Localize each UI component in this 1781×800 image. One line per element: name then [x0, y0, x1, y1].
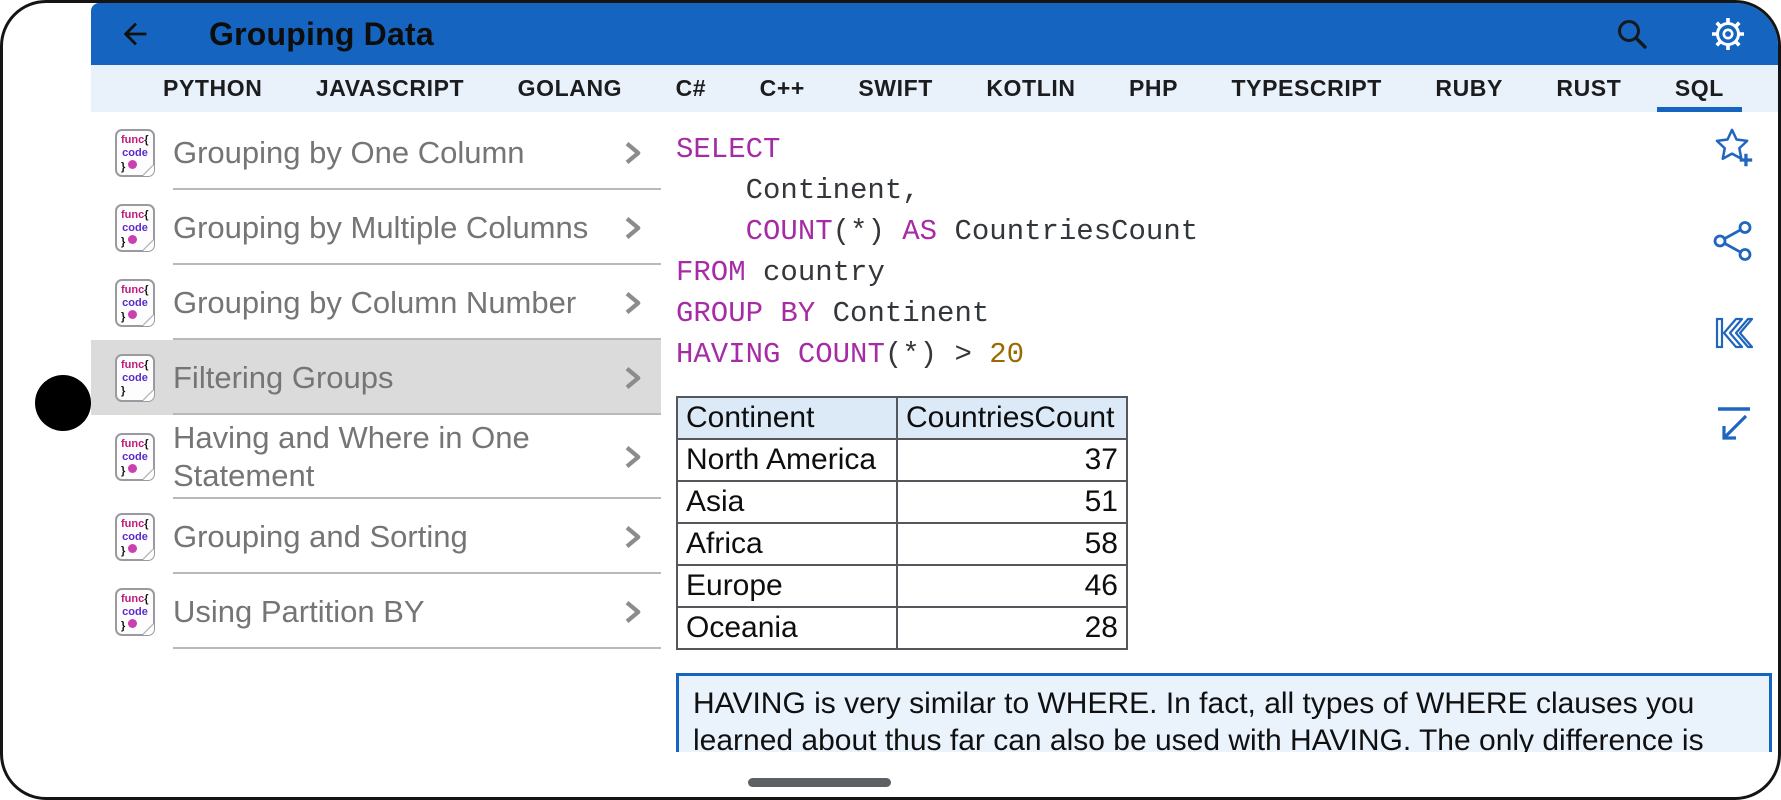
result-table: ContinentCountriesCountNorth America37As… — [676, 396, 1128, 650]
code-line: SELECT — [676, 129, 1778, 170]
tab-javascript[interactable]: JAVASCRIPT — [296, 65, 484, 112]
table-cell: Oceania — [677, 607, 897, 649]
table-row: Europe46 — [677, 565, 1127, 607]
tab-kotlin[interactable]: KOTLIN — [966, 65, 1095, 112]
code-line: GROUP BY Continent — [676, 293, 1778, 334]
code-doc-icon: func{code} — [115, 279, 155, 327]
table-row: Africa58 — [677, 523, 1127, 565]
tab-ruby[interactable]: RUBY — [1415, 65, 1523, 112]
skip-to-first-icon — [1710, 310, 1756, 356]
magenta-dot — [128, 310, 137, 319]
tab-rust[interactable]: RUST — [1536, 65, 1641, 112]
language-tab-bar: PYTHON JAVASCRIPT GOLANG C# C++ SWIFT KOTLIN PH… — [91, 65, 1778, 112]
arrow-left-icon — [118, 17, 152, 51]
share-button[interactable] — [1710, 218, 1756, 264]
content-area: func{code}Grouping by One Columnfunc{cod… — [91, 112, 1778, 752]
magenta-dot — [128, 160, 137, 169]
camera-punch-hole — [35, 375, 91, 431]
sidebar-item[interactable]: func{code} Grouping by One Column — [91, 115, 661, 190]
sidebar-item-label: Grouping by One Column — [173, 134, 525, 172]
sidebar-item-label: Grouping by Multiple Columns — [173, 209, 588, 247]
table-cell: 37 — [897, 439, 1127, 481]
jump-to-bottom-icon — [1710, 402, 1756, 448]
table-cell: 46 — [897, 565, 1127, 607]
chevron-right-icon — [617, 213, 647, 243]
add-favorite-icon — [1710, 125, 1756, 173]
gesture-pill[interactable] — [748, 778, 891, 787]
table-cell: 51 — [897, 481, 1127, 523]
sidebar-item-label: Grouping and Sorting — [173, 518, 468, 556]
jump-to-bottom-button[interactable] — [1710, 402, 1756, 448]
skip-to-first-button[interactable] — [1710, 310, 1756, 356]
sidebar-item[interactable]: func{code} Grouping and Sorting — [91, 499, 661, 574]
sidebar-item-label: Filtering Groups — [173, 359, 394, 397]
add-favorite-button[interactable] — [1710, 126, 1756, 172]
tab-typescript[interactable]: TYPESCRIPT — [1212, 65, 1402, 112]
code-line: Continent, — [676, 170, 1778, 211]
search-icon — [1613, 15, 1651, 53]
table-cell: Asia — [677, 481, 897, 523]
tab-python[interactable]: PYTHON — [143, 65, 282, 112]
table-cell: 58 — [897, 523, 1127, 565]
search-button[interactable] — [1612, 14, 1652, 54]
table-row: North America37 — [677, 439, 1127, 481]
magenta-dot — [128, 619, 137, 628]
code-line: COUNT(*) AS CountriesCount — [676, 211, 1778, 252]
lesson-panel: SELECT Continent, COUNT(*) AS CountriesC… — [661, 112, 1778, 752]
code-line: FROM country — [676, 252, 1778, 293]
code-doc-icon: func{code} — [115, 354, 155, 402]
chevron-right-icon — [617, 522, 647, 552]
code-doc-icon: func{code} — [115, 588, 155, 636]
page-title: Grouping Data — [209, 16, 434, 53]
note-box: HAVING is very similar to WHERE. In fact… — [676, 673, 1772, 752]
table-cell: 28 — [897, 607, 1127, 649]
settings-button[interactable] — [1704, 10, 1752, 58]
tab-swift[interactable]: SWIFT — [838, 65, 953, 112]
code-doc-icon: func{code} — [115, 129, 155, 177]
tab-c[interactable]: C++ — [740, 65, 825, 112]
app-bar: Grouping Data — [91, 3, 1778, 65]
code-doc-icon: func{code} — [115, 433, 155, 481]
magenta-dot — [128, 235, 137, 244]
code-line: HAVING COUNT(*) > 20 — [676, 334, 1778, 375]
sidebar-item[interactable]: func{code} Filtering Groups — [91, 340, 661, 415]
table-row: Asia51 — [677, 481, 1127, 523]
tab-php[interactable]: PHP — [1109, 65, 1198, 112]
chevron-right-icon — [617, 363, 647, 393]
sidebar-item-label: Using Partition BY — [173, 593, 425, 631]
code-doc-icon: func{code} — [115, 513, 155, 561]
gear-icon — [1705, 11, 1751, 57]
magenta-dot — [128, 464, 137, 473]
sql-code-block: SELECT Continent, COUNT(*) AS CountriesC… — [676, 112, 1778, 375]
app-window: Grouping Data — [91, 3, 1778, 752]
share-icon — [1710, 218, 1756, 264]
sidebar-item[interactable]: func{code} Grouping by Column Number — [91, 265, 661, 340]
chevron-right-icon — [617, 138, 647, 168]
table-cell: Europe — [677, 565, 897, 607]
column-header: CountriesCount — [897, 397, 1127, 439]
sidebar-item[interactable]: func{code} Grouping by Multiple Columns — [91, 190, 661, 265]
magenta-dot — [128, 544, 137, 553]
action-rail — [1710, 126, 1756, 448]
tab-sql[interactable]: SQL — [1655, 65, 1744, 112]
back-button[interactable] — [117, 16, 153, 52]
code-doc-icon: func{code} — [115, 204, 155, 252]
table-row: Oceania28 — [677, 607, 1127, 649]
table-cell: Africa — [677, 523, 897, 565]
table-cell: North America — [677, 439, 897, 481]
topic-list: func{code}Grouping by One Columnfunc{cod… — [91, 112, 661, 752]
sidebar-item-label: Grouping by Column Number — [173, 284, 576, 322]
phone-screen: Grouping Data — [0, 0, 1781, 800]
chevron-right-icon — [617, 597, 647, 627]
sidebar-item-label: Having and Where in One Statement — [173, 419, 603, 495]
table-header-row: ContinentCountriesCount — [677, 397, 1127, 439]
tab-c[interactable]: C# — [656, 65, 727, 112]
chevron-right-icon — [617, 288, 647, 318]
chevron-right-icon — [617, 442, 647, 472]
tab-golang[interactable]: GOLANG — [498, 65, 643, 112]
column-header: Continent — [677, 397, 897, 439]
sidebar-item[interactable]: func{code} Having and Where in One Statem… — [91, 415, 661, 499]
sidebar-item[interactable]: func{code} Using Partition BY — [91, 574, 661, 649]
